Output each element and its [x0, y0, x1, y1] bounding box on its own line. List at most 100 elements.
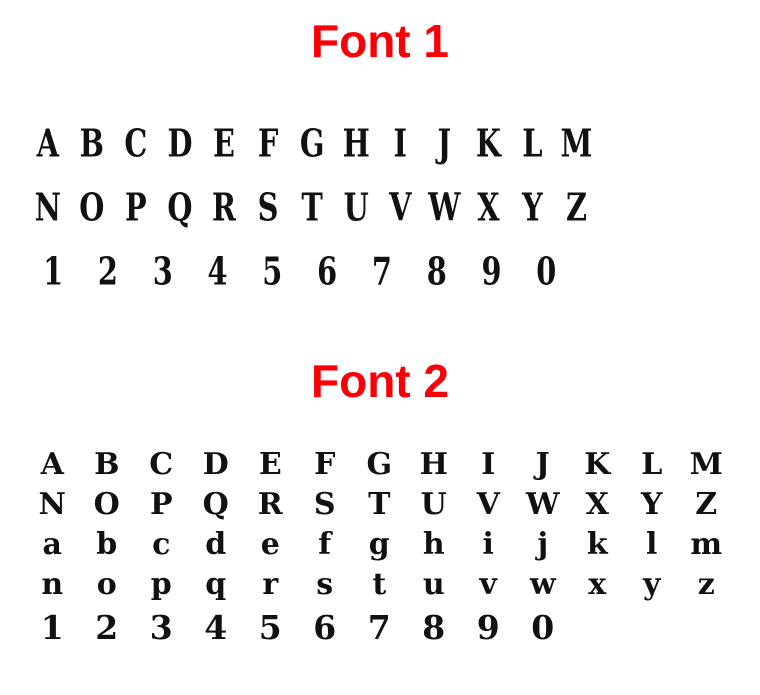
glyph: G: [299, 121, 325, 167]
glyph: Z: [695, 487, 718, 522]
glyph: Y: [522, 185, 544, 231]
glyph: e: [260, 527, 280, 562]
glyph: T: [368, 487, 391, 522]
glyph: V: [389, 185, 412, 231]
glyph: u: [422, 567, 445, 602]
glyph: N: [34, 185, 62, 231]
font-1-title: Font 1: [311, 15, 449, 67]
glyph: 0: [536, 249, 557, 295]
font-1-glyph-rows: ABCDEFGHIJKLM NOPQRSTUVWXYZ 1234567890: [26, 112, 742, 304]
glyph: o: [96, 567, 117, 602]
glyph: K: [475, 121, 502, 167]
glyph: 9: [481, 249, 503, 295]
glyph: 1: [43, 249, 64, 295]
glyph: P: [125, 185, 148, 231]
glyph: Q: [202, 487, 229, 522]
glyph: W: [428, 185, 462, 231]
glyph: 3: [152, 249, 174, 295]
font-2-lowercase-row-2: nopqr s tuvwx y z: [25, 565, 745, 605]
glyph: D: [167, 121, 193, 167]
glyph: i: [482, 527, 494, 562]
glyph: F: [257, 121, 279, 167]
glyph: s: [316, 567, 334, 602]
glyph: U: [420, 487, 447, 522]
font-2-digits-row: 1234567890: [25, 605, 745, 649]
glyph: I: [481, 447, 496, 482]
font-2-lowercase-row-1: abcde f gh i j k lm: [25, 525, 745, 565]
glyph: L: [522, 121, 544, 167]
glyph: T: [301, 185, 324, 231]
glyph: 5: [258, 607, 282, 647]
glyph: V: [476, 487, 500, 522]
glyph: R: [257, 487, 283, 522]
glyph: X: [585, 487, 609, 522]
glyph: k: [586, 527, 608, 562]
glyph: C: [149, 447, 174, 482]
glyph: F: [314, 447, 336, 482]
glyph: 5: [262, 249, 283, 295]
glyph: J: [535, 447, 550, 482]
glyph: w: [529, 567, 556, 602]
glyph: S: [313, 487, 336, 522]
font-2-glyph-rows: ABCDEFGHI JKLM NOPQRSTUVWXYZ abcde f gh i j k l…: [25, 445, 745, 649]
glyph: P: [149, 487, 173, 522]
glyph: d: [205, 527, 227, 562]
glyph: l: [646, 527, 658, 562]
glyph: O: [79, 185, 105, 231]
glyph: m: [690, 527, 723, 562]
font-2-uppercase-row-2: NOPQRSTUVWXYZ: [25, 485, 745, 525]
glyph: 7: [367, 607, 391, 647]
font-1-uppercase-row-2: NOPQRSTUVWXYZ: [26, 174, 599, 242]
glyph: j: [537, 527, 549, 562]
glyph: Y: [641, 487, 663, 522]
glyph: H: [419, 447, 448, 482]
font-specimen-sheet: Font 1 ABCDEFGHIJKLM NOPQRSTUVWXYZ 12345…: [0, 0, 760, 695]
glyph: 6: [317, 249, 338, 295]
glyph: 4: [207, 249, 229, 295]
glyph: Q: [167, 185, 194, 231]
glyph: f: [318, 527, 332, 562]
glyph: y: [643, 567, 661, 602]
glyph: R: [212, 185, 237, 231]
glyph: I: [393, 121, 408, 167]
glyph: H: [342, 121, 371, 167]
glyph: a: [42, 527, 62, 562]
glyph: 4: [204, 607, 228, 647]
glyph: z: [697, 567, 715, 602]
glyph: L: [641, 447, 663, 482]
glyph: x: [588, 567, 607, 602]
glyph: W: [525, 487, 560, 522]
glyph: E: [258, 447, 282, 482]
glyph: 8: [426, 249, 448, 295]
font-2-uppercase-row-1: ABCDEFGHI JKLM: [25, 445, 745, 485]
glyph: 1: [40, 607, 64, 647]
glyph: 3: [149, 607, 173, 647]
glyph: r: [262, 567, 279, 602]
glyph: K: [584, 447, 611, 482]
glyph: M: [560, 121, 594, 167]
glyph: D: [202, 447, 229, 482]
glyph: b: [96, 527, 118, 562]
glyph: 6: [313, 607, 337, 647]
glyph: 2: [95, 607, 119, 647]
glyph: 2: [97, 249, 119, 295]
glyph: g: [368, 527, 390, 562]
glyph: C: [124, 121, 148, 167]
glyph: p: [150, 567, 172, 602]
glyph: E: [213, 121, 236, 167]
glyph: c: [152, 527, 171, 562]
glyph: A: [36, 121, 60, 167]
glyph: N: [38, 487, 66, 522]
glyph: M: [689, 447, 723, 482]
glyph: q: [205, 567, 227, 602]
glyph: G: [366, 447, 393, 482]
font-2-title: Font 2: [311, 355, 449, 407]
glyph: Z: [565, 185, 588, 231]
glyph: v: [479, 567, 497, 602]
glyph: 0: [531, 607, 555, 647]
glyph: B: [94, 447, 120, 482]
glyph: 9: [476, 607, 500, 647]
glyph: J: [437, 121, 452, 167]
glyph: t: [372, 567, 387, 602]
glyph: S: [257, 185, 280, 231]
